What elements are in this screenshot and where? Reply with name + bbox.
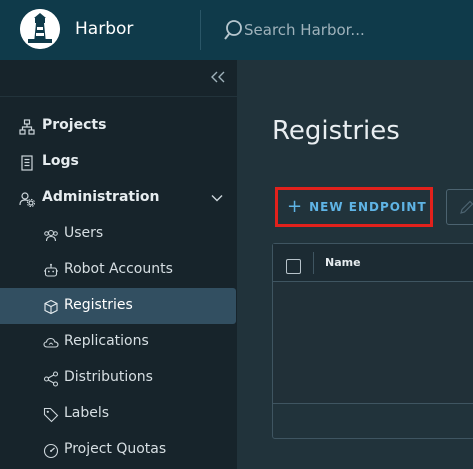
table-header: Name	[273, 244, 473, 282]
page-title: Registries	[272, 116, 400, 146]
sidebar-item-label: Robot Accounts	[64, 261, 173, 277]
new-endpoint-label: NEW ENDPOINT	[309, 200, 427, 214]
new-endpoint-button[interactable]: + NEW ENDPOINT	[275, 187, 433, 227]
sidebar-item-labels[interactable]: Labels	[0, 396, 236, 432]
sidebar-item-label: Distributions	[64, 369, 153, 385]
double-chevron-left-icon	[211, 71, 225, 83]
app-header: Harbor	[0, 0, 473, 60]
search-input[interactable]	[244, 18, 464, 42]
sidebar-item-label: Replications	[64, 333, 149, 349]
sidebar-item-distributions[interactable]: Distributions	[0, 360, 236, 396]
chevron-down-icon	[211, 195, 223, 202]
column-separator[interactable]	[313, 252, 314, 274]
robot-icon	[42, 262, 59, 279]
sidebar-divider	[0, 96, 237, 97]
sidebar-item-label: Registries	[64, 297, 133, 313]
administration-icon	[18, 190, 35, 207]
table-footer-divider	[273, 403, 473, 404]
sidebar-item-users[interactable]: Users	[0, 216, 236, 252]
projects-icon	[18, 118, 35, 135]
cube-icon	[42, 298, 59, 315]
gauge-icon	[42, 442, 59, 459]
header-divider	[200, 10, 201, 50]
sidebar-item-projects[interactable]: Projects	[0, 108, 236, 144]
pencil-icon	[460, 200, 473, 214]
registries-table: Name	[272, 243, 473, 439]
column-header-name[interactable]: Name	[325, 256, 361, 269]
lighthouse-icon[interactable]	[20, 9, 60, 49]
sidebar-item-registries[interactable]: Registries	[0, 288, 236, 324]
logs-icon	[18, 154, 35, 171]
app-title[interactable]: Harbor	[75, 19, 133, 39]
sidebar-item-administration[interactable]: Administration	[0, 180, 236, 216]
search-icon	[224, 20, 242, 40]
sidebar-item-label: Administration	[42, 189, 160, 205]
tag-icon	[42, 406, 59, 423]
sidebar-item-label: Users	[64, 225, 104, 241]
sidebar-item-label: Logs	[42, 153, 79, 169]
sidebar-item-project-quotas[interactable]: Project Quotas	[0, 432, 236, 468]
sidebar: Projects Logs Administration Users Robot…	[0, 60, 237, 469]
sidebar-item-label: Project Quotas	[64, 441, 167, 457]
select-all-checkbox[interactable]	[286, 259, 301, 274]
sidebar-item-label: Labels	[64, 405, 110, 421]
sidebar-item-label: Projects	[42, 117, 107, 133]
users-icon	[42, 226, 59, 243]
cloud-icon	[42, 334, 59, 351]
collapse-sidebar-button[interactable]	[207, 65, 229, 89]
sidebar-item-logs[interactable]: Logs	[0, 144, 236, 180]
table-body	[273, 282, 473, 403]
plus-icon: +	[287, 196, 303, 217]
share-icon	[42, 370, 59, 387]
sidebar-item-replications[interactable]: Replications	[0, 324, 236, 360]
edit-button[interactable]	[446, 189, 473, 225]
sidebar-item-robot-accounts[interactable]: Robot Accounts	[0, 252, 236, 288]
